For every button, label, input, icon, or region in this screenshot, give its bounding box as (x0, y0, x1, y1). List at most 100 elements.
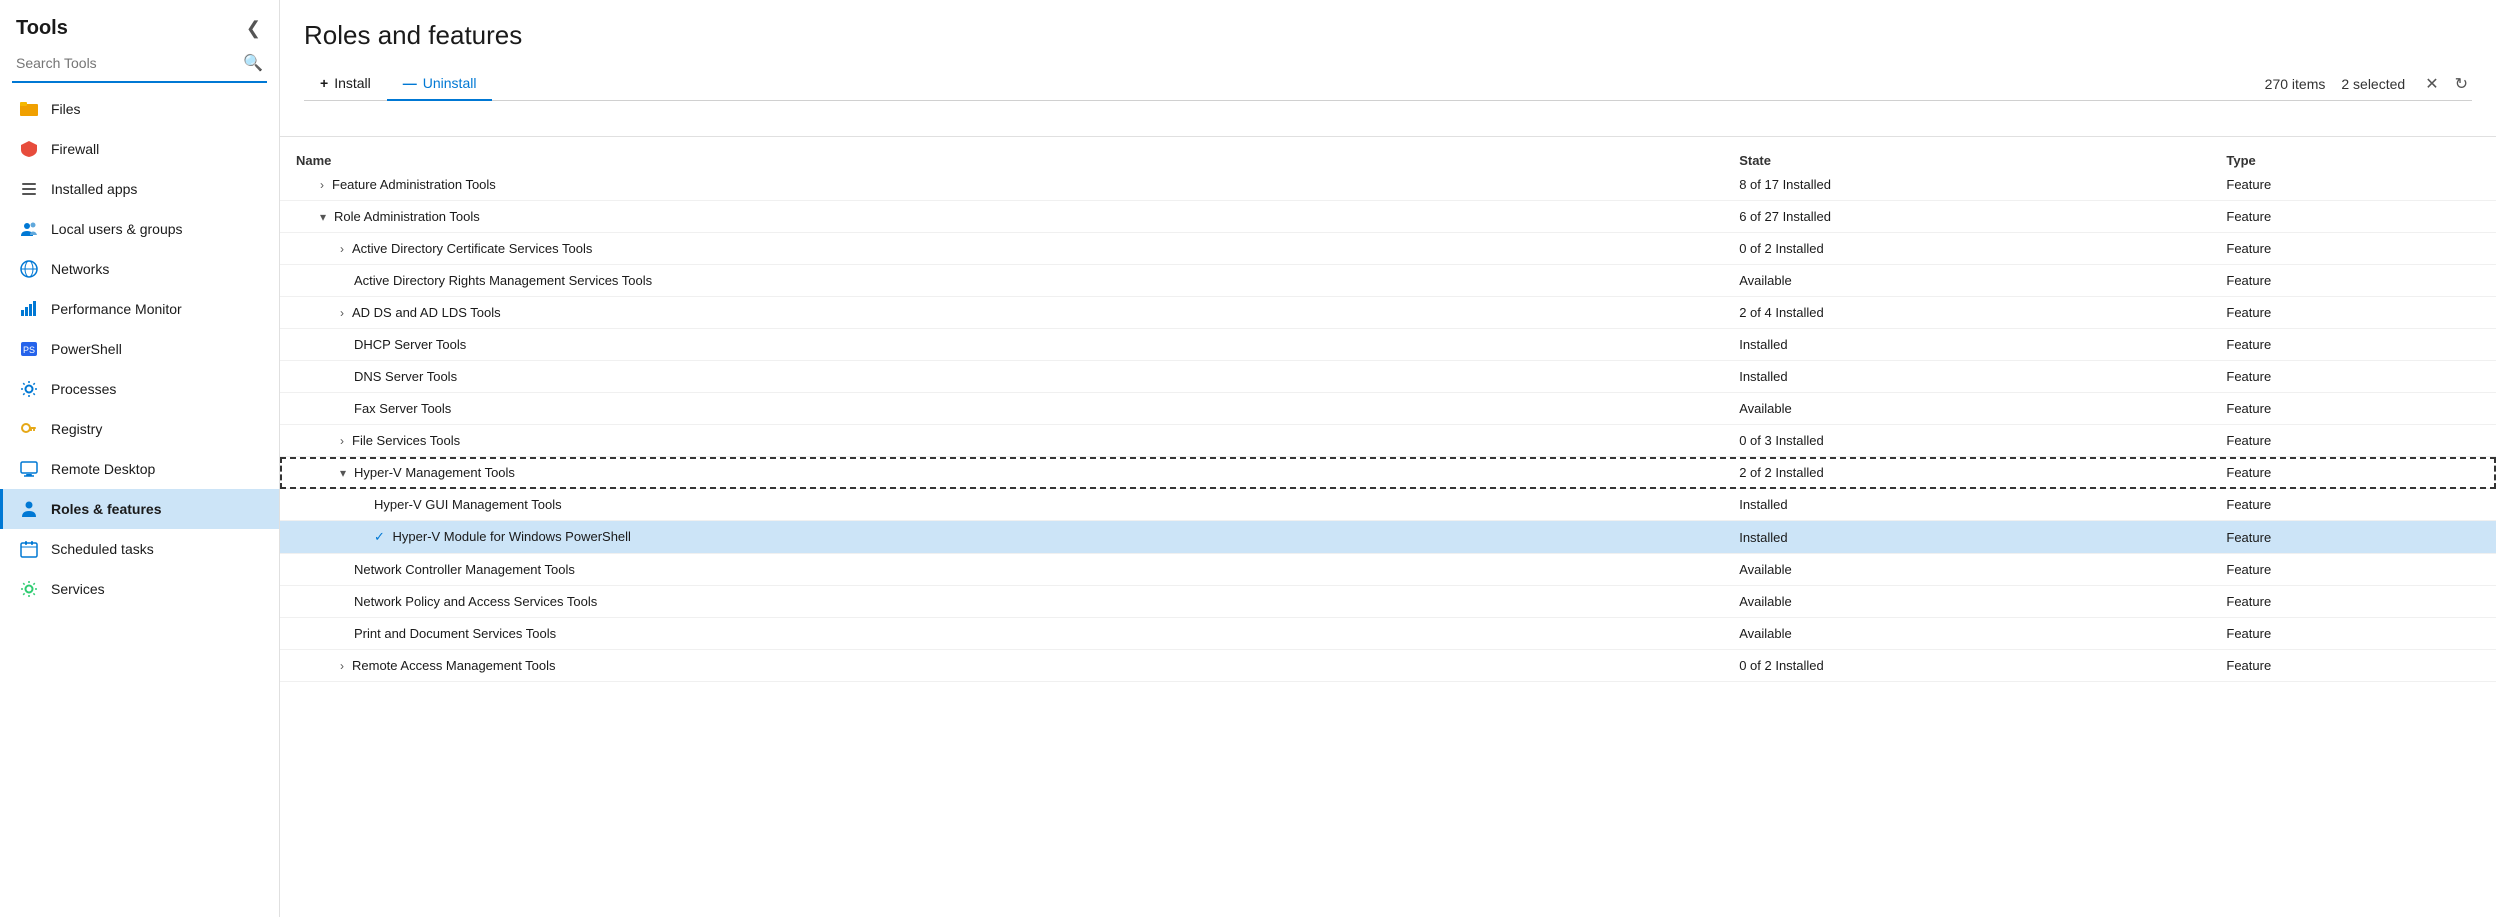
table-row[interactable]: ›AD DS and AD LDS Tools2 of 4 InstalledF… (280, 297, 2496, 329)
row-name-text: Print and Document Services Tools (354, 626, 556, 641)
install-button[interactable]: + Install (304, 67, 387, 101)
cell-name: DHCP Server Tools (280, 329, 1723, 361)
table-row[interactable]: ▾Role Administration Tools6 of 27 Instal… (280, 201, 2496, 233)
clear-selection-button[interactable]: ✕ (2421, 72, 2442, 96)
sidebar-item-label-registry: Registry (51, 421, 102, 437)
cell-state: 2 of 4 Installed (1723, 297, 2210, 329)
table-row[interactable]: Fax Server ToolsAvailableFeature (280, 393, 2496, 425)
sidebar-item-label-firewall: Firewall (51, 141, 99, 157)
selected-count: 2 selected (2341, 76, 2405, 92)
sidebar-item-registry[interactable]: Registry (0, 409, 279, 449)
sidebar-item-remote-desktop[interactable]: Remote Desktop (0, 449, 279, 489)
main-content: Roles and features + Install — Uninstall… (280, 0, 2496, 917)
installed-apps-icon (19, 179, 39, 199)
table-row[interactable]: Network Controller Management Tools Avail… (280, 554, 2496, 586)
expand-button[interactable]: › (336, 306, 348, 320)
table-row[interactable]: DNS Server ToolsInstalledFeature (280, 361, 2496, 393)
row-name-text: Hyper-V Management Tools (354, 465, 515, 480)
install-label: Install (334, 75, 371, 91)
table-row[interactable]: ›File Services Tools0 of 3 InstalledFeat… (280, 425, 2496, 457)
networks-icon (19, 259, 39, 279)
cell-type: Feature (2210, 201, 2496, 233)
row-name-text: Network Controller Management Tools (354, 562, 575, 577)
table-container[interactable]: Name State Type ▾Remote Server Administr… (280, 101, 2496, 917)
cell-type: Feature (2210, 489, 2496, 521)
sidebar-item-services[interactable]: Services (0, 569, 279, 609)
table-row[interactable]: › Active Directory Certificate Services T… (280, 233, 2496, 265)
sidebar-item-label-powershell: PowerShell (51, 341, 122, 357)
status-bar: 270 items 2 selected ✕ ↻ (2265, 72, 2472, 96)
row-name-text: Active Directory Certificate Services To… (352, 241, 592, 256)
table-row[interactable]: ›Remote Access Management Tools0 of 2 In… (280, 650, 2496, 682)
row-name-text: Active Directory Rights Management Servi… (354, 273, 652, 288)
row-name-text: Role Administration Tools (334, 209, 480, 224)
expand-button[interactable]: › (316, 178, 328, 192)
sidebar-collapse-button[interactable]: ❮ (240, 16, 267, 41)
table-row[interactable]: Hyper-V GUI Management ToolsInstalledFea… (280, 489, 2496, 521)
cell-name: › File Services Tools (280, 425, 1723, 457)
table-row[interactable]: Active Directory Rights Management Servi… (280, 265, 2496, 297)
row-name-text: Network Policy and Access Services Tools (354, 594, 597, 609)
powershell-icon: PS (19, 339, 39, 359)
expand-button[interactable]: › (336, 434, 348, 448)
sidebar-item-processes[interactable]: Processes (0, 369, 279, 409)
sidebar-item-label-services: Services (51, 581, 105, 597)
cell-name: Network Controller Management Tools (280, 554, 1723, 586)
cell-state: Available (1723, 586, 2210, 618)
sidebar-item-powershell[interactable]: PS PowerShell (0, 329, 279, 369)
main-header: Roles and features + Install — Uninstall… (280, 0, 2496, 101)
cell-state: 0 of 3 Installed (1723, 425, 2210, 457)
col-type: Type (2210, 143, 2496, 179)
expand-button[interactable]: ▾ (336, 466, 350, 480)
sidebar-item-firewall[interactable]: Firewall (0, 129, 279, 169)
row-name-text: Remote Access Management Tools (352, 658, 556, 673)
sidebar-item-installed-apps[interactable]: Installed apps (0, 169, 279, 209)
cell-name: ▾ Role Administration Tools (280, 201, 1723, 233)
sidebar-item-performance-monitor[interactable]: Performance Monitor (0, 289, 279, 329)
table-row[interactable]: ✓ Hyper-V Module for Windows PowerShellI… (280, 521, 2496, 554)
row-name-text: DHCP Server Tools (354, 337, 466, 352)
table-row[interactable]: Network Policy and Access Services Tools… (280, 586, 2496, 618)
sidebar-item-scheduled-tasks[interactable]: Scheduled tasks (0, 529, 279, 569)
cell-state: Installed (1723, 521, 2210, 554)
row-name-text: Hyper-V GUI Management Tools (374, 497, 562, 512)
uninstall-button[interactable]: — Uninstall (387, 67, 493, 101)
expand-button[interactable]: › (336, 659, 348, 673)
local-users-groups-icon (19, 219, 39, 239)
services-icon (19, 579, 39, 599)
sidebar-item-label-networks: Networks (51, 261, 109, 277)
table-row[interactable]: ▾Hyper-V Management Tools2 of 2 Installe… (280, 457, 2496, 489)
sidebar-item-files[interactable]: Files (0, 89, 279, 129)
sidebar-item-roles-features[interactable]: Roles & features (0, 489, 279, 529)
status-actions: ✕ ↻ (2421, 72, 2472, 96)
cell-state: Available (1723, 265, 2210, 297)
cell-name: ✓ Hyper-V Module for Windows PowerShell (280, 521, 1723, 554)
cell-name: › Remote Access Management Tools (280, 650, 1723, 682)
cell-type: Feature (2210, 393, 2496, 425)
row-name-text: Fax Server Tools (354, 401, 451, 416)
toolbar: + Install — Uninstall 270 items 2 select… (304, 67, 2472, 101)
sidebar-item-label-scheduled-tasks: Scheduled tasks (51, 541, 154, 557)
sidebar-item-label-local-users-groups: Local users & groups (51, 221, 183, 237)
search-input[interactable] (16, 49, 243, 77)
cell-state: 0 of 2 Installed (1723, 233, 2210, 265)
sidebar-title: Tools (16, 17, 68, 40)
firewall-icon (19, 139, 39, 159)
row-name-text: Feature Administration Tools (332, 177, 496, 192)
row-name-text: DNS Server Tools (354, 369, 457, 384)
sidebar-item-label-remote-desktop: Remote Desktop (51, 461, 155, 477)
row-name-text: File Services Tools (352, 433, 460, 448)
col-state: State (1723, 143, 2210, 179)
sidebar-item-local-users-groups[interactable]: Local users & groups (0, 209, 279, 249)
svg-text:PS: PS (23, 345, 35, 355)
refresh-button[interactable]: ↻ (2451, 72, 2472, 96)
table-row[interactable]: DHCP Server ToolsInstalledFeature (280, 329, 2496, 361)
table-body: ▾Remote Server Administration Tools14 of… (280, 137, 2496, 682)
cell-type: Feature (2210, 457, 2496, 489)
table-row[interactable]: Print and Document Services ToolsAvailab… (280, 618, 2496, 650)
search-button[interactable]: 🔍 (243, 53, 263, 73)
cell-state: Available (1723, 554, 2210, 586)
sidebar-item-networks[interactable]: Networks (0, 249, 279, 289)
expand-button[interactable]: ▾ (316, 210, 330, 224)
expand-button[interactable]: › (336, 242, 348, 256)
